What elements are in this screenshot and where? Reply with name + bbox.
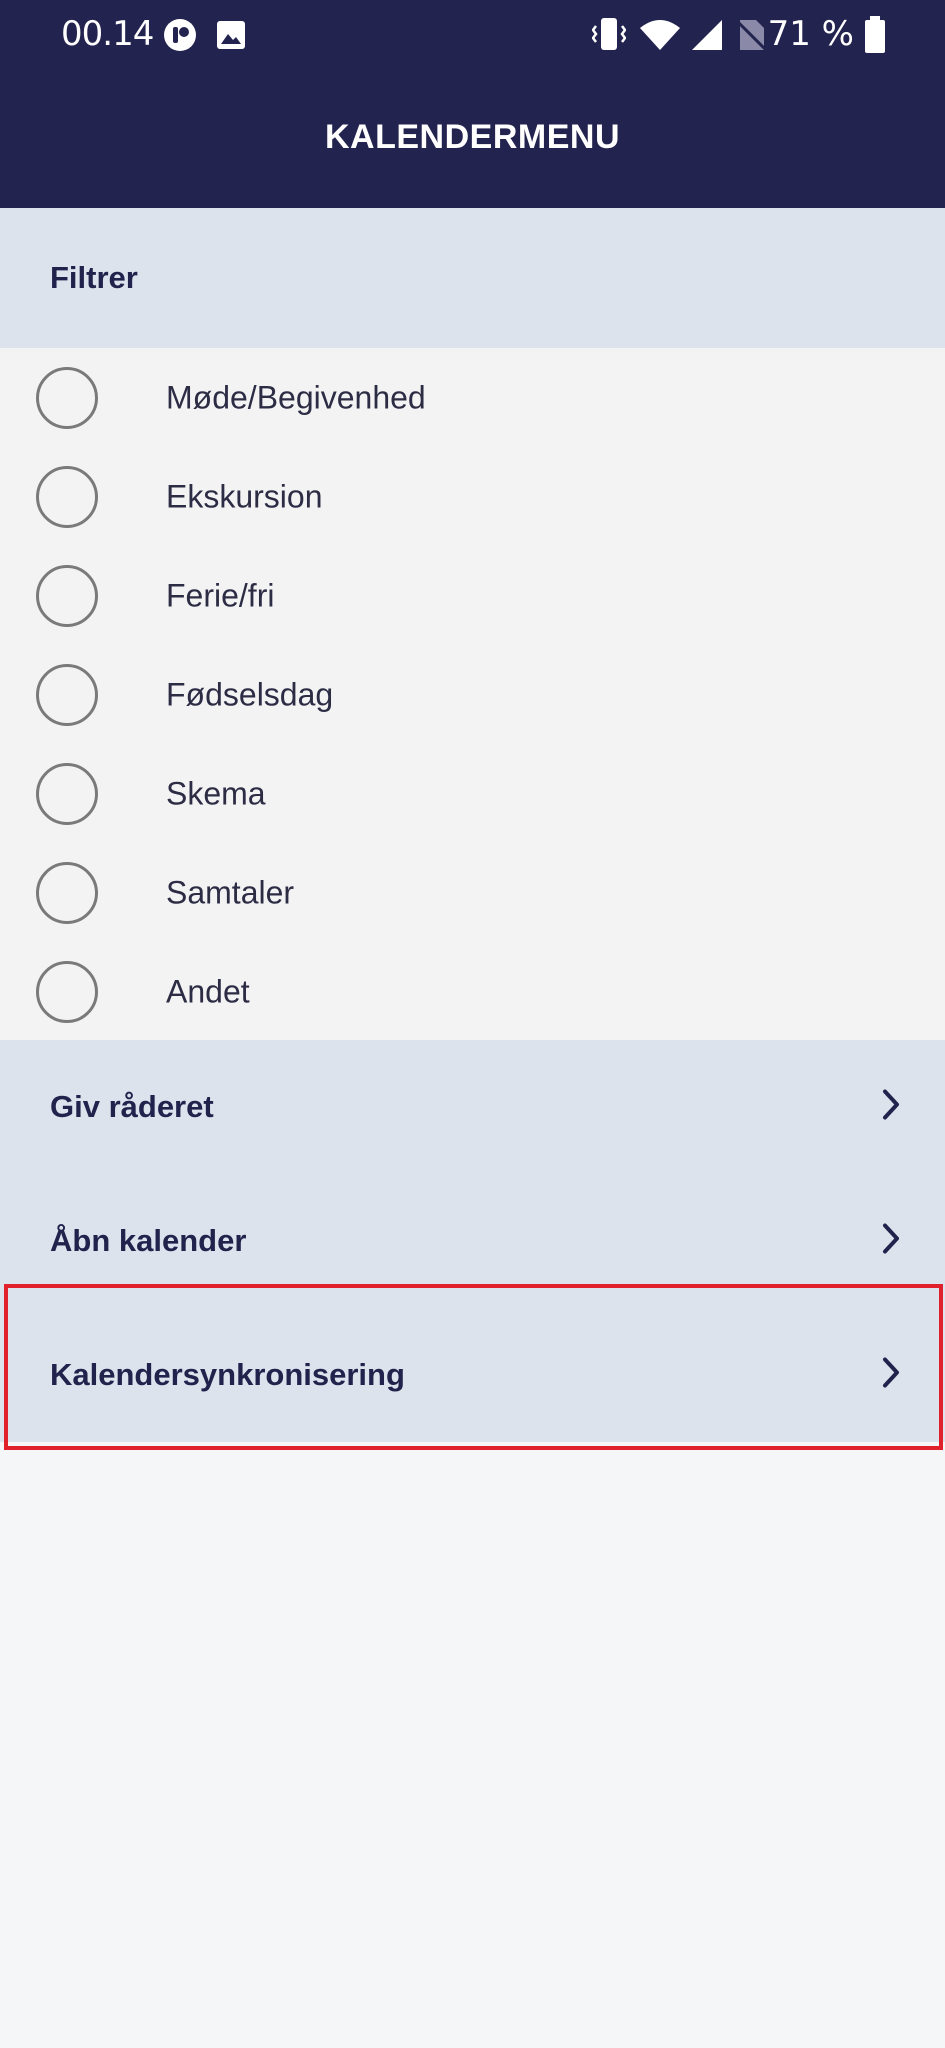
filter-item-ekskursion[interactable]: Ekskursion bbox=[0, 447, 945, 546]
filter-item-ferie-fri[interactable]: Ferie/fri bbox=[0, 546, 945, 645]
image-icon bbox=[216, 20, 246, 55]
calendar-nav-menu: Giv råderet Åbn kalender Kalendersynkron… bbox=[0, 1040, 945, 1442]
nav-item-label: Giv råderet bbox=[50, 1089, 214, 1124]
radio-button[interactable] bbox=[36, 366, 98, 429]
wifi-icon bbox=[640, 18, 680, 57]
filter-item-label: Møde/Begivenhed bbox=[166, 379, 426, 415]
radio-button[interactable] bbox=[36, 663, 98, 726]
radio-button[interactable] bbox=[36, 762, 98, 825]
filter-item-label: Ekskursion bbox=[166, 478, 323, 514]
nav-item-abn-kalender[interactable]: Åbn kalender bbox=[0, 1174, 945, 1308]
battery-icon bbox=[864, 16, 886, 59]
filter-item-andet[interactable]: Andet bbox=[0, 942, 945, 1041]
filter-item-skema[interactable]: Skema bbox=[0, 744, 945, 843]
app-bar: 00.14 71 % KALENDERMENU bbox=[0, 0, 945, 208]
filter-header: Filtrer bbox=[0, 208, 945, 348]
chevron-right-icon bbox=[881, 1357, 901, 1394]
vibrate-icon bbox=[591, 16, 627, 57]
radio-button[interactable] bbox=[36, 960, 98, 1023]
nav-item-giv-raderet[interactable]: Giv råderet bbox=[0, 1040, 945, 1174]
filter-item-label: Fødselsdag bbox=[166, 676, 334, 712]
radio-button[interactable] bbox=[36, 564, 98, 627]
filter-item-label: Skema bbox=[166, 775, 266, 811]
filter-header-label: Filtrer bbox=[50, 260, 138, 295]
filter-item-label: Ferie/fri bbox=[166, 577, 275, 613]
signal-icon bbox=[690, 18, 724, 57]
notification-app-icon bbox=[163, 18, 197, 57]
status-bar: 00.14 71 % bbox=[0, 0, 945, 72]
filter-list: Møde/Begivenhed Ekskursion Ferie/fri Fød… bbox=[0, 348, 945, 1040]
radio-button[interactable] bbox=[36, 465, 98, 528]
chevron-right-icon bbox=[881, 1223, 901, 1260]
battery-percent: 71 % bbox=[767, 14, 854, 54]
filter-item-mode-begivenhed[interactable]: Møde/Begivenhed bbox=[0, 348, 945, 447]
nav-item-label: Åbn kalender bbox=[50, 1223, 247, 1258]
nav-item-label: Kalendersynkronisering bbox=[50, 1357, 405, 1392]
filter-item-samtaler[interactable]: Samtaler bbox=[0, 843, 945, 942]
filter-item-label: Andet bbox=[166, 973, 250, 1009]
chevron-right-icon bbox=[881, 1089, 901, 1126]
nav-item-kalendersynkronisering[interactable]: Kalendersynkronisering bbox=[0, 1308, 945, 1442]
filter-item-label: Samtaler bbox=[166, 874, 295, 910]
filter-item-fodselsdag[interactable]: Fødselsdag bbox=[0, 645, 945, 744]
no-sim-icon bbox=[736, 18, 768, 57]
status-time: 00.14 bbox=[61, 14, 154, 54]
page-title: KALENDERMENU bbox=[325, 118, 620, 156]
empty-area bbox=[0, 1442, 945, 2048]
radio-button[interactable] bbox=[36, 861, 98, 924]
